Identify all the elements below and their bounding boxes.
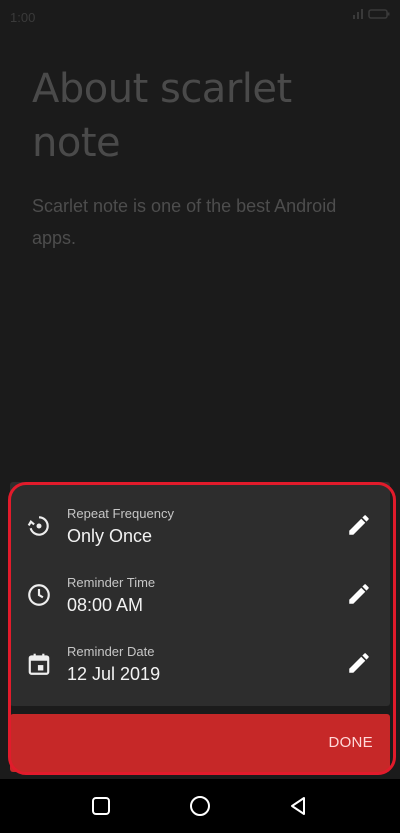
reminder-date-value: 12 Jul 2019 xyxy=(67,664,161,684)
navigation-bar xyxy=(0,779,400,833)
edit-reminder-time-icon[interactable] xyxy=(346,581,372,607)
repeat-frequency-value: Only Once xyxy=(67,526,153,546)
status-icons xyxy=(352,8,390,20)
battery-icon xyxy=(368,9,390,19)
reminder-time-value: 08:00 AM xyxy=(67,595,144,615)
reminder-sheet: Repeat Frequency Only Once Reminder Time… xyxy=(10,482,390,706)
reminder-time-label: Reminder Time xyxy=(67,575,156,590)
note-body: Scarlet note is one of the best Android … xyxy=(32,196,337,248)
home-icon[interactable] xyxy=(188,794,212,818)
note-title: About scarlet note xyxy=(32,66,292,166)
signal-icon xyxy=(353,9,363,19)
calendar-icon xyxy=(28,653,50,675)
reminder-time-row[interactable]: Reminder Time 08:00 AM xyxy=(10,568,390,628)
edit-reminder-date-icon[interactable] xyxy=(346,650,372,676)
done-bar: DONE xyxy=(10,714,390,772)
reminder-date-label: Reminder Date xyxy=(67,644,155,659)
edit-repeat-frequency-icon[interactable] xyxy=(346,512,372,538)
clock-icon xyxy=(28,584,50,606)
status-bar: 1:00 xyxy=(0,0,400,34)
reminder-date-row[interactable]: Reminder Date 12 Jul 2019 xyxy=(10,637,390,697)
done-button[interactable]: DONE xyxy=(328,734,373,751)
status-time: 1:00 xyxy=(10,10,36,25)
repeat-frequency-row[interactable]: Repeat Frequency Only Once xyxy=(10,499,390,559)
app-screen: 1:00 About scarlet note Scarlet note is … xyxy=(0,0,400,833)
recent-apps-icon[interactable] xyxy=(89,794,113,818)
back-icon[interactable] xyxy=(286,794,310,818)
repeat-history-icon xyxy=(27,516,49,536)
repeat-frequency-label: Repeat Frequency xyxy=(67,506,174,521)
